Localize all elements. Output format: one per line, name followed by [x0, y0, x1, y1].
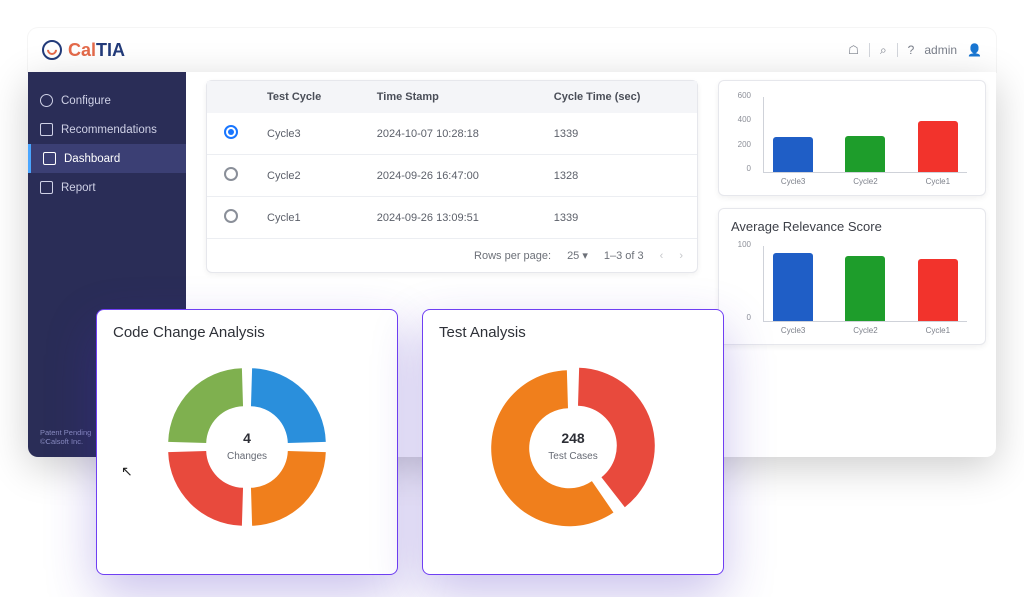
sidebar-item-label: Recommendations [61, 124, 157, 136]
pager-prev-icon[interactable]: ‹ [660, 250, 664, 262]
logo-icon [42, 40, 62, 60]
table-row[interactable]: Cycle1 2024-09-26 13:09:51 1339 [207, 197, 697, 239]
main-right: 6004002000 Cycle3Cycle2Cycle1 Average Re… [718, 72, 986, 457]
brand-prefix: Cal [68, 40, 96, 60]
sidebar-item-report[interactable]: Report [28, 173, 186, 202]
code-change-label: Changes [227, 451, 267, 462]
test-analysis-label: Test Cases [548, 451, 597, 462]
col-timestamp: Time Stamp [365, 81, 542, 113]
monitor-icon [43, 152, 56, 165]
help-icon[interactable]: ? [908, 43, 915, 57]
cycle-time-chart-card: 6004002000 Cycle3Cycle2Cycle1 [718, 80, 986, 196]
notifications-icon[interactable]: ☖ [848, 43, 859, 57]
code-change-card: Code Change Analysis 4 Changes ↖ [96, 309, 398, 575]
table-row[interactable]: Cycle2 2024-09-26 16:47:00 1328 [207, 155, 697, 197]
overlay-cards: Code Change Analysis 4 Changes ↖ Test An… [96, 309, 724, 575]
sidebar-item-label: Report [61, 182, 96, 194]
row-radio[interactable] [224, 167, 238, 181]
row-radio[interactable] [224, 125, 238, 139]
user-label[interactable]: admin [924, 43, 957, 57]
table-pager: Rows per page: 25 ▾ 1–3 of 3 ‹ › [207, 239, 697, 272]
brand-suffix: TIA [96, 40, 125, 60]
sidebar-footer: Patent Pending ©Calsoft Inc. [40, 428, 91, 448]
test-analysis-count: 248 [548, 430, 597, 446]
gear-icon [40, 94, 53, 107]
sidebar-item-label: Configure [61, 95, 111, 107]
row-radio[interactable] [224, 209, 238, 223]
sidebar-item-label: Dashboard [64, 153, 120, 165]
test-analysis-card: Test Analysis 248 Test Cases [422, 309, 724, 575]
avg-relevance-chart-card: Average Relevance Score 1000 Cycle3Cycle… [718, 208, 986, 345]
sidebar-item-dashboard[interactable]: Dashboard [28, 144, 186, 173]
col-cycletime: Cycle Time (sec) [542, 81, 697, 113]
code-change-title: Code Change Analysis [113, 324, 381, 341]
sidebar-item-configure[interactable]: Configure [28, 86, 186, 115]
pager-range: 1–3 of 3 [604, 250, 644, 262]
search-icon[interactable]: ⌕ [880, 43, 887, 58]
document-icon [40, 181, 53, 194]
col-select [207, 81, 255, 113]
rows-per-page-label: Rows per page: [474, 250, 551, 262]
test-analysis-title: Test Analysis [439, 324, 707, 341]
col-testcycle: Test Cycle [255, 81, 365, 113]
app-logo: CalTIA [42, 40, 125, 61]
rows-per-page-select[interactable]: 25 ▾ [567, 249, 588, 262]
code-change-count: 4 [227, 430, 267, 446]
avg-relevance-title: Average Relevance Score [731, 219, 973, 234]
test-cycle-table-card: Test Cycle Time Stamp Cycle Time (sec) C… [206, 80, 698, 273]
sparkle-icon [40, 123, 53, 136]
cursor-icon: ↖ [121, 463, 133, 480]
sidebar-item-recommendations[interactable]: Recommendations [28, 115, 186, 144]
test-cycle-table: Test Cycle Time Stamp Cycle Time (sec) C… [207, 81, 697, 239]
table-row[interactable]: Cycle3 2024-10-07 10:28:18 1339 [207, 113, 697, 155]
app-bar: CalTIA ☖ ⌕ ? admin 👤 [28, 28, 996, 72]
user-avatar-icon[interactable]: 👤 [967, 43, 982, 57]
pager-next-icon[interactable]: › [679, 250, 683, 262]
